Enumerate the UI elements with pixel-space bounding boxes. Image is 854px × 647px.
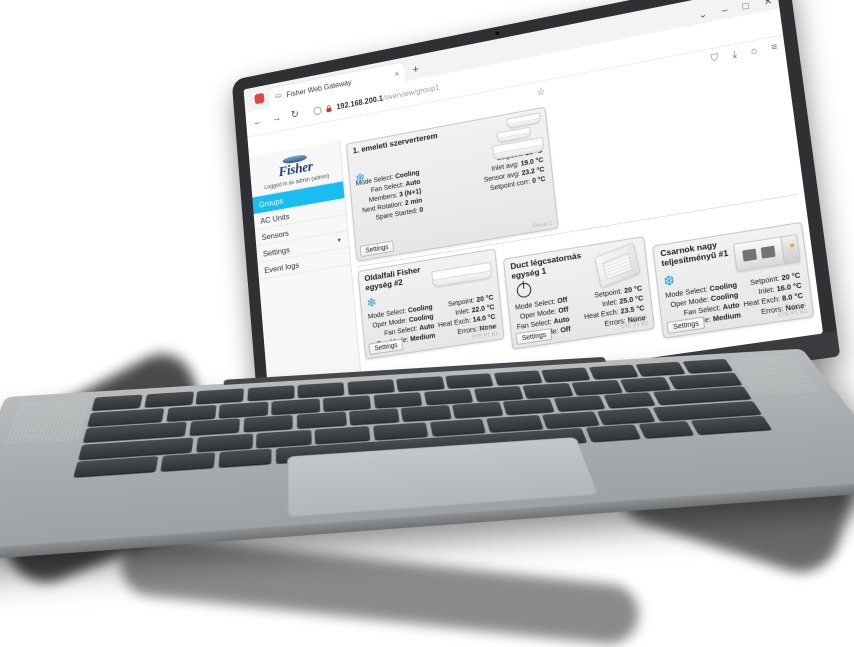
url-path: /overview/group1	[382, 83, 440, 103]
url-host: 192.168.200.1	[336, 94, 384, 112]
duct-unit-card[interactable]: Duct légcsatornás egység 1 Mode Select: …	[502, 236, 656, 350]
cooling-snowflake-icon: ❄	[354, 170, 366, 186]
duct-unit-illustration	[594, 242, 641, 289]
sidebar-item-label: Sensors	[261, 227, 290, 242]
sidebar-item-label: AC Units	[259, 211, 290, 226]
kv-value: Off	[559, 324, 571, 335]
close-tab-icon[interactable]: ×	[390, 68, 400, 79]
webcam	[495, 31, 500, 36]
app-icon	[254, 92, 265, 105]
card-footer: Group 1 XYE P1 B3	[777, 302, 808, 319]
bookmark-star-icon[interactable]: ☆	[536, 86, 546, 98]
sidebar-item-label: Groups	[258, 195, 284, 209]
chevron-down-icon[interactable]: ⌄	[698, 9, 708, 21]
card-footer: Group 1 XYE P1 B2	[619, 314, 648, 331]
reload-icon[interactable]: ↻	[290, 109, 299, 121]
card-footer: Group 1	[533, 220, 553, 229]
card-title: Duct légcsatornás egység 1	[509, 250, 582, 281]
cooling-snowflake-icon: ❄	[366, 294, 378, 311]
hall-unit-card[interactable]: Csarnok nagy teljesítményű #1 ❆ Mode Sel…	[652, 221, 815, 339]
forward-icon[interactable]: →	[272, 112, 282, 125]
kv-value: Off	[557, 304, 569, 316]
kv-value: Off	[556, 294, 568, 306]
menu-icon[interactable]: ≡	[771, 42, 778, 54]
device-shadow	[118, 532, 642, 647]
speaker-grille	[4, 397, 91, 445]
kv-value: 0 °C	[531, 173, 546, 185]
kv-value: 0	[418, 204, 424, 214]
minimize-button[interactable]: –	[721, 5, 728, 17]
maximize-button[interactable]: □	[742, 1, 749, 13]
sidebar-item-label: Event logs	[263, 259, 300, 275]
card-values-left: Mode Select: Cooling Fan Select: Auto Me…	[355, 167, 423, 224]
site-favicon	[274, 92, 282, 102]
card-footer-group: Group 1	[532, 220, 553, 230]
settings-button[interactable]: Settings	[359, 240, 395, 258]
lock-icon	[326, 104, 333, 113]
share-icon[interactable]: ⌂	[750, 45, 758, 57]
chevron-down-icon[interactable]: ▼	[336, 237, 342, 243]
new-tab-button[interactable]: +	[412, 62, 420, 76]
sidebar-item-label: Settings	[262, 244, 291, 259]
download-icon[interactable]: ⤓	[732, 49, 738, 60]
tracking-protection-icon[interactable]	[313, 106, 322, 116]
card-footer: Group 1 XYE P1 B1	[471, 324, 499, 340]
shield-icon[interactable]: ⛉	[710, 53, 719, 65]
wall-unit-card[interactable]: Oldalfali Fisher egység #2 ❄ Mode Select…	[357, 248, 505, 360]
back-icon[interactable]: ←	[253, 116, 263, 129]
cooling-snowflake-icon: ❆	[662, 272, 676, 289]
close-window-button[interactable]: ✕	[763, 0, 773, 8]
laptop-device: Fisher Web Gateway × + ⌄ – □ ✕ ← → ↻ 192…	[0, 0, 854, 647]
